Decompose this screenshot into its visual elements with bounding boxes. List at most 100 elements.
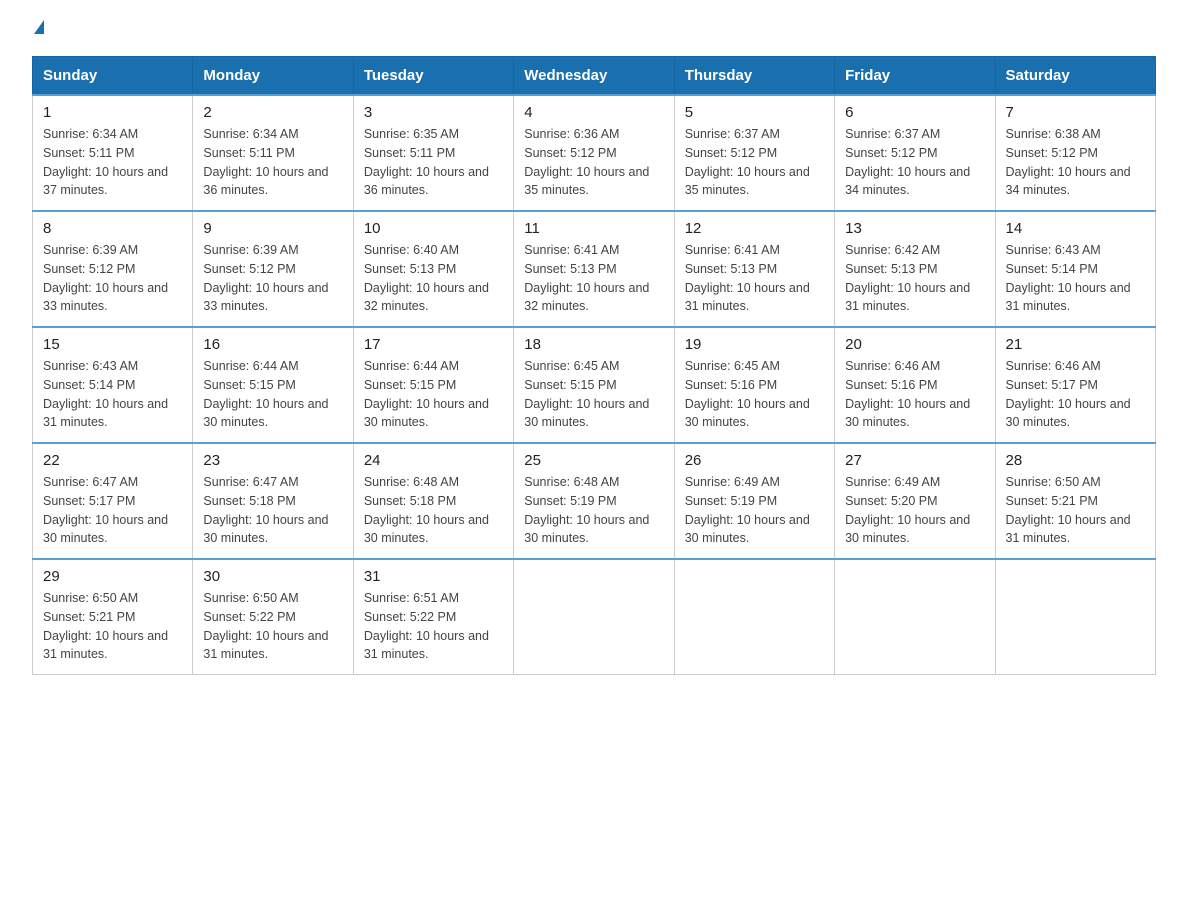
day-info: Sunrise: 6:44 AMSunset: 5:15 PMDaylight:… <box>203 359 328 429</box>
day-number: 20 <box>845 336 984 353</box>
col-thursday: Thursday <box>674 57 834 96</box>
day-info: Sunrise: 6:35 AMSunset: 5:11 PMDaylight:… <box>364 127 489 197</box>
day-info: Sunrise: 6:48 AMSunset: 5:18 PMDaylight:… <box>364 475 489 545</box>
day-info: Sunrise: 6:46 AMSunset: 5:16 PMDaylight:… <box>845 359 970 429</box>
day-info: Sunrise: 6:46 AMSunset: 5:17 PMDaylight:… <box>1006 359 1131 429</box>
day-info: Sunrise: 6:45 AMSunset: 5:16 PMDaylight:… <box>685 359 810 429</box>
calendar-day: 25 Sunrise: 6:48 AMSunset: 5:19 PMDaylig… <box>514 443 674 559</box>
calendar-day: 2 Sunrise: 6:34 AMSunset: 5:11 PMDayligh… <box>193 95 353 211</box>
day-number: 17 <box>364 336 503 353</box>
calendar-table: Sunday Monday Tuesday Wednesday Thursday… <box>32 56 1156 675</box>
calendar-day: 30 Sunrise: 6:50 AMSunset: 5:22 PMDaylig… <box>193 559 353 675</box>
calendar-week-4: 22 Sunrise: 6:47 AMSunset: 5:17 PMDaylig… <box>33 443 1156 559</box>
day-info: Sunrise: 6:49 AMSunset: 5:19 PMDaylight:… <box>685 475 810 545</box>
day-info: Sunrise: 6:42 AMSunset: 5:13 PMDaylight:… <box>845 243 970 313</box>
calendar-day: 11 Sunrise: 6:41 AMSunset: 5:13 PMDaylig… <box>514 211 674 327</box>
day-number: 28 <box>1006 452 1145 469</box>
day-info: Sunrise: 6:47 AMSunset: 5:17 PMDaylight:… <box>43 475 168 545</box>
day-info: Sunrise: 6:37 AMSunset: 5:12 PMDaylight:… <box>685 127 810 197</box>
calendar-day: 5 Sunrise: 6:37 AMSunset: 5:12 PMDayligh… <box>674 95 834 211</box>
calendar-day: 24 Sunrise: 6:48 AMSunset: 5:18 PMDaylig… <box>353 443 513 559</box>
calendar-day: 23 Sunrise: 6:47 AMSunset: 5:18 PMDaylig… <box>193 443 353 559</box>
day-number: 2 <box>203 104 342 121</box>
day-info: Sunrise: 6:48 AMSunset: 5:19 PMDaylight:… <box>524 475 649 545</box>
day-info: Sunrise: 6:44 AMSunset: 5:15 PMDaylight:… <box>364 359 489 429</box>
day-number: 1 <box>43 104 182 121</box>
calendar-day: 26 Sunrise: 6:49 AMSunset: 5:19 PMDaylig… <box>674 443 834 559</box>
logo <box>32 24 44 38</box>
calendar-week-1: 1 Sunrise: 6:34 AMSunset: 5:11 PMDayligh… <box>33 95 1156 211</box>
day-info: Sunrise: 6:38 AMSunset: 5:12 PMDaylight:… <box>1006 127 1131 197</box>
day-number: 19 <box>685 336 824 353</box>
day-info: Sunrise: 6:34 AMSunset: 5:11 PMDaylight:… <box>203 127 328 197</box>
day-info: Sunrise: 6:43 AMSunset: 5:14 PMDaylight:… <box>43 359 168 429</box>
day-info: Sunrise: 6:51 AMSunset: 5:22 PMDaylight:… <box>364 591 489 661</box>
calendar-day: 22 Sunrise: 6:47 AMSunset: 5:17 PMDaylig… <box>33 443 193 559</box>
day-number: 15 <box>43 336 182 353</box>
day-number: 13 <box>845 220 984 237</box>
day-info: Sunrise: 6:50 AMSunset: 5:21 PMDaylight:… <box>43 591 168 661</box>
day-number: 3 <box>364 104 503 121</box>
day-info: Sunrise: 6:49 AMSunset: 5:20 PMDaylight:… <box>845 475 970 545</box>
day-info: Sunrise: 6:34 AMSunset: 5:11 PMDaylight:… <box>43 127 168 197</box>
calendar-day: 17 Sunrise: 6:44 AMSunset: 5:15 PMDaylig… <box>353 327 513 443</box>
day-info: Sunrise: 6:37 AMSunset: 5:12 PMDaylight:… <box>845 127 970 197</box>
day-number: 18 <box>524 336 663 353</box>
calendar-day: 12 Sunrise: 6:41 AMSunset: 5:13 PMDaylig… <box>674 211 834 327</box>
day-number: 29 <box>43 568 182 585</box>
calendar-day: 14 Sunrise: 6:43 AMSunset: 5:14 PMDaylig… <box>995 211 1155 327</box>
day-number: 16 <box>203 336 342 353</box>
day-number: 30 <box>203 568 342 585</box>
col-tuesday: Tuesday <box>353 57 513 96</box>
calendar-day: 3 Sunrise: 6:35 AMSunset: 5:11 PMDayligh… <box>353 95 513 211</box>
day-number: 10 <box>364 220 503 237</box>
day-number: 25 <box>524 452 663 469</box>
day-number: 11 <box>524 220 663 237</box>
calendar-header-row: Sunday Monday Tuesday Wednesday Thursday… <box>33 57 1156 96</box>
calendar-day: 21 Sunrise: 6:46 AMSunset: 5:17 PMDaylig… <box>995 327 1155 443</box>
day-info: Sunrise: 6:47 AMSunset: 5:18 PMDaylight:… <box>203 475 328 545</box>
calendar-day: 31 Sunrise: 6:51 AMSunset: 5:22 PMDaylig… <box>353 559 513 675</box>
day-info: Sunrise: 6:36 AMSunset: 5:12 PMDaylight:… <box>524 127 649 197</box>
day-number: 26 <box>685 452 824 469</box>
calendar-day <box>835 559 995 675</box>
calendar-day: 6 Sunrise: 6:37 AMSunset: 5:12 PMDayligh… <box>835 95 995 211</box>
calendar-day: 20 Sunrise: 6:46 AMSunset: 5:16 PMDaylig… <box>835 327 995 443</box>
day-info: Sunrise: 6:50 AMSunset: 5:22 PMDaylight:… <box>203 591 328 661</box>
calendar-day: 9 Sunrise: 6:39 AMSunset: 5:12 PMDayligh… <box>193 211 353 327</box>
day-number: 21 <box>1006 336 1145 353</box>
day-number: 12 <box>685 220 824 237</box>
day-number: 22 <box>43 452 182 469</box>
day-info: Sunrise: 6:41 AMSunset: 5:13 PMDaylight:… <box>524 243 649 313</box>
calendar-day: 13 Sunrise: 6:42 AMSunset: 5:13 PMDaylig… <box>835 211 995 327</box>
day-number: 7 <box>1006 104 1145 121</box>
day-number: 27 <box>845 452 984 469</box>
calendar-day: 19 Sunrise: 6:45 AMSunset: 5:16 PMDaylig… <box>674 327 834 443</box>
day-number: 14 <box>1006 220 1145 237</box>
calendar-week-3: 15 Sunrise: 6:43 AMSunset: 5:14 PMDaylig… <box>33 327 1156 443</box>
col-wednesday: Wednesday <box>514 57 674 96</box>
col-friday: Friday <box>835 57 995 96</box>
calendar-day: 27 Sunrise: 6:49 AMSunset: 5:20 PMDaylig… <box>835 443 995 559</box>
calendar-day: 1 Sunrise: 6:34 AMSunset: 5:11 PMDayligh… <box>33 95 193 211</box>
col-monday: Monday <box>193 57 353 96</box>
calendar-week-2: 8 Sunrise: 6:39 AMSunset: 5:12 PMDayligh… <box>33 211 1156 327</box>
page-header <box>32 24 1156 38</box>
day-info: Sunrise: 6:39 AMSunset: 5:12 PMDaylight:… <box>43 243 168 313</box>
day-info: Sunrise: 6:50 AMSunset: 5:21 PMDaylight:… <box>1006 475 1131 545</box>
day-info: Sunrise: 6:41 AMSunset: 5:13 PMDaylight:… <box>685 243 810 313</box>
day-info: Sunrise: 6:45 AMSunset: 5:15 PMDaylight:… <box>524 359 649 429</box>
day-info: Sunrise: 6:43 AMSunset: 5:14 PMDaylight:… <box>1006 243 1131 313</box>
calendar-day: 10 Sunrise: 6:40 AMSunset: 5:13 PMDaylig… <box>353 211 513 327</box>
day-number: 6 <box>845 104 984 121</box>
calendar-day: 15 Sunrise: 6:43 AMSunset: 5:14 PMDaylig… <box>33 327 193 443</box>
day-number: 8 <box>43 220 182 237</box>
calendar-day <box>514 559 674 675</box>
day-number: 9 <box>203 220 342 237</box>
col-sunday: Sunday <box>33 57 193 96</box>
calendar-day: 8 Sunrise: 6:39 AMSunset: 5:12 PMDayligh… <box>33 211 193 327</box>
day-number: 5 <box>685 104 824 121</box>
calendar-day: 28 Sunrise: 6:50 AMSunset: 5:21 PMDaylig… <box>995 443 1155 559</box>
day-number: 24 <box>364 452 503 469</box>
day-info: Sunrise: 6:39 AMSunset: 5:12 PMDaylight:… <box>203 243 328 313</box>
